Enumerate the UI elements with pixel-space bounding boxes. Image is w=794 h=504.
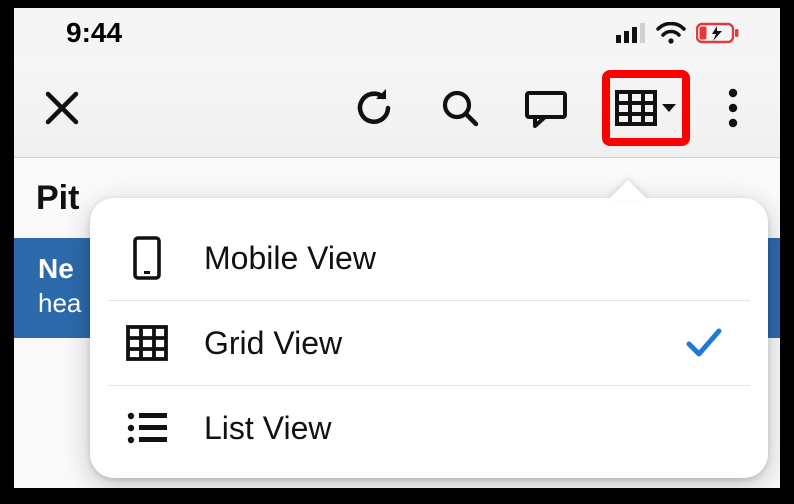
- check-icon: [684, 325, 724, 361]
- menu-item-label: List View: [204, 410, 650, 447]
- message-line2: hea: [38, 286, 81, 320]
- popover-caret: [608, 180, 648, 200]
- search-button[interactable]: [430, 78, 490, 138]
- view-switcher-button[interactable]: [602, 70, 690, 146]
- menu-item-grid-view[interactable]: Grid View: [90, 301, 768, 385]
- more-button[interactable]: [716, 78, 750, 138]
- battery-low-icon: [696, 22, 740, 44]
- frame: 9:44: [0, 0, 794, 504]
- menu-item-label: Mobile View: [204, 240, 650, 277]
- message-line1: Ne: [38, 252, 81, 286]
- status-right: [616, 22, 740, 44]
- menu-item-list-view[interactable]: List View: [90, 386, 768, 470]
- chevron-down-icon: [660, 101, 678, 115]
- screen: 9:44: [14, 8, 780, 488]
- refresh-button[interactable]: [344, 78, 404, 138]
- menu-item-label: Grid View: [204, 325, 650, 362]
- list-icon: [124, 410, 170, 446]
- close-icon: [42, 88, 82, 128]
- grid-icon: [614, 88, 658, 128]
- status-bar: 9:44: [14, 8, 780, 58]
- comments-button[interactable]: [516, 78, 576, 138]
- close-button[interactable]: [32, 78, 92, 138]
- mobile-icon: [124, 235, 170, 281]
- message-text: Ne hea: [38, 252, 81, 320]
- wifi-icon: [656, 22, 686, 44]
- view-switcher-menu: Mobile View Grid View List View: [90, 198, 768, 478]
- search-icon: [438, 86, 482, 130]
- refresh-icon: [352, 86, 396, 130]
- more-vertical-icon: [727, 87, 739, 129]
- menu-item-mobile-view[interactable]: Mobile View: [90, 216, 768, 300]
- signal-icon: [616, 23, 646, 43]
- status-time: 9:44: [66, 17, 122, 49]
- grid-icon: [124, 323, 170, 363]
- toolbar: [14, 58, 780, 158]
- comment-icon: [523, 88, 569, 128]
